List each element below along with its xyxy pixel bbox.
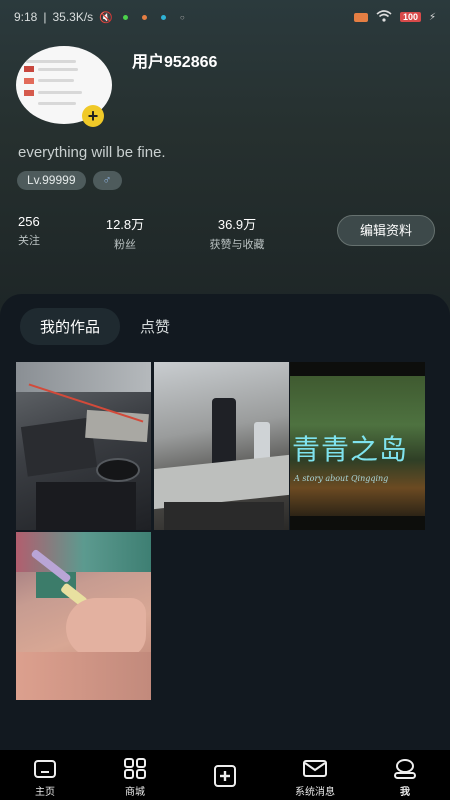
- wifi-icon: [376, 9, 392, 25]
- profile-icon: [394, 759, 416, 779]
- tab-likes[interactable]: 点赞: [134, 308, 176, 345]
- status-net-speed: 35.3K/s: [52, 10, 94, 24]
- video-subtitle-text: A story about Qingqing: [294, 474, 389, 483]
- mute-icon: 🔇: [99, 11, 113, 24]
- nav-home-label: 主页: [35, 787, 55, 798]
- stat-following[interactable]: 256 关注: [18, 214, 40, 248]
- stat-followers[interactable]: 12.8万 粉丝: [100, 214, 150, 252]
- work-thumbnail-2[interactable]: [154, 362, 289, 530]
- bio-text: everything will be fine.: [18, 144, 166, 161]
- bottom-nav: 主页 商城 系统消息 我: [0, 750, 450, 800]
- mail-icon: [303, 760, 327, 777]
- add-avatar-button[interactable]: +: [82, 105, 104, 127]
- nav-home[interactable]: 主页: [0, 750, 90, 800]
- nav-me[interactable]: 我: [360, 750, 450, 800]
- works-panel: 我的作品 点赞 青青之岛 A story about Qingqing: [0, 294, 450, 750]
- add-icon: [214, 765, 236, 787]
- video-title-text: 青青之岛: [292, 433, 409, 466]
- notification-dot-blue: [160, 14, 166, 20]
- gender-male-icon: ♂: [92, 171, 122, 190]
- status-bar: 9:18 | 35.3K/s 🔇 ○ 100 ⚡: [14, 9, 436, 25]
- nav-shop-label: 商城: [125, 787, 145, 798]
- nav-messages[interactable]: 系统消息: [270, 750, 360, 800]
- home-icon: [34, 760, 56, 778]
- notification-dot-orange: [141, 14, 147, 20]
- profile-tags: Lv.99999 ♂: [17, 171, 122, 190]
- level-badge: Lv.99999: [17, 171, 86, 190]
- notification-dots: ○: [122, 12, 185, 22]
- edit-profile-button[interactable]: 编辑资料: [337, 215, 435, 246]
- nav-me-label: 我: [400, 787, 410, 798]
- work-thumbnail-3[interactable]: 青青之岛 A story about Qingqing: [290, 362, 425, 530]
- grid-icon: [124, 758, 146, 779]
- work-thumbnail-4[interactable]: [16, 532, 151, 700]
- nav-add[interactable]: [180, 750, 270, 800]
- status-time: 9:18: [14, 10, 38, 24]
- tab-my-works[interactable]: 我的作品: [20, 308, 121, 345]
- stat-likes-favorites[interactable]: 36.9万 获赞与收藏: [199, 214, 275, 252]
- work-thumbnail-1[interactable]: [16, 362, 151, 530]
- content-tabs: 我的作品 点赞: [20, 308, 176, 345]
- battery-icon: 100: [399, 12, 421, 22]
- sim-icon: [353, 12, 368, 22]
- more-notifications-icon: ○: [179, 12, 185, 22]
- nav-messages-label: 系统消息: [295, 787, 335, 798]
- username: 用户952866: [132, 54, 218, 71]
- charging-icon: ⚡: [428, 11, 436, 23]
- notification-dot-green: [122, 14, 128, 20]
- nav-shop[interactable]: 商城: [90, 750, 180, 800]
